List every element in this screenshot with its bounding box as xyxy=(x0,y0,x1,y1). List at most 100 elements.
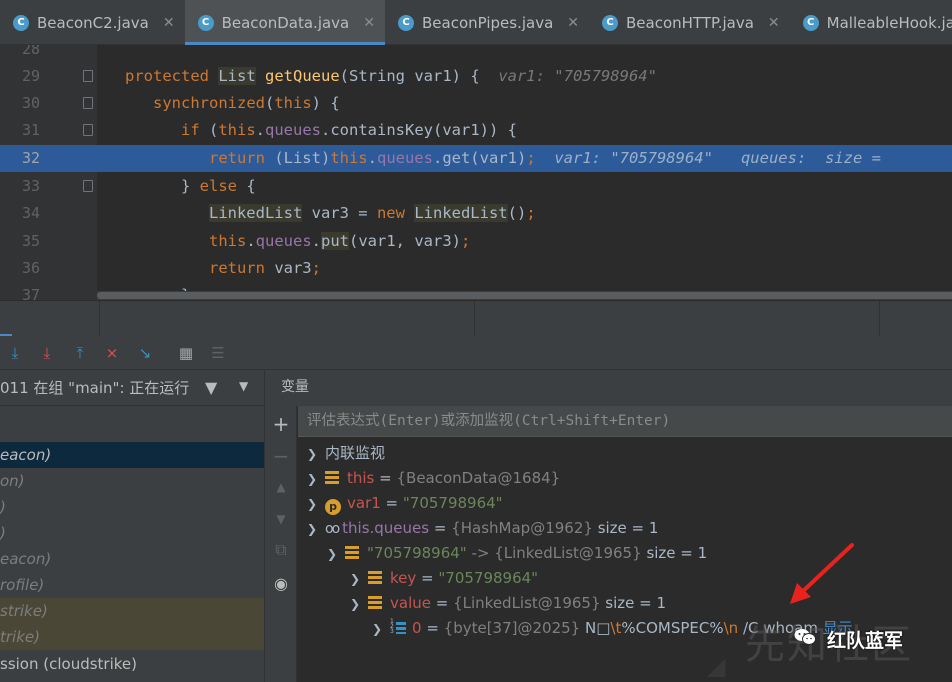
java-class-icon: C xyxy=(602,14,619,31)
chevron-right-icon[interactable]: ❯ xyxy=(372,617,390,642)
variable-this-queues[interactable]: ❯ oo this.queues = {HashMap@1962} size = 1 xyxy=(307,516,658,541)
fold-icon[interactable] xyxy=(83,180,93,192)
chevron-right-icon[interactable]: ❯ xyxy=(350,567,368,592)
variable-size: size = 1 xyxy=(605,594,667,612)
step-into-icon[interactable]: ⤓ xyxy=(37,343,57,363)
thread-selector[interactable]: 011 在组 "main": 正在运行 ▼ ▼ xyxy=(0,370,264,406)
close-icon[interactable]: ✕ xyxy=(768,15,780,31)
frame-item[interactable]: eacon) xyxy=(0,546,264,572)
variable-name: var1 xyxy=(347,494,381,512)
step-out-icon[interactable]: ⤒ xyxy=(70,343,90,363)
remove-watch-icon[interactable]: − xyxy=(265,444,297,468)
code-editor[interactable]: 28 29 30 31 32 33 34 35 36 37 protected … xyxy=(0,45,952,300)
copy-icon[interactable]: ⧉ xyxy=(265,540,297,560)
step-over-icon[interactable]: ⤓ xyxy=(5,343,25,363)
frame-item[interactable]: rofile) xyxy=(0,572,264,598)
evaluate-icon[interactable]: ▦ xyxy=(176,343,196,363)
frame-item[interactable]: on) xyxy=(0,468,264,494)
chevron-down-icon[interactable]: ❯ xyxy=(307,517,325,542)
code-line: synchronized(this) { xyxy=(153,94,340,112)
move-up-icon[interactable]: ▲ xyxy=(265,480,297,494)
evaluate-expression-bar[interactable] xyxy=(298,406,952,437)
variable-value-node[interactable]: ❯ value = {LinkedList@1965} size = 1 xyxy=(350,591,666,616)
tab-label: BeaconData.java xyxy=(221,13,350,32)
tab-beacondata[interactable]: C BeaconData.java ✕ xyxy=(184,0,386,45)
tab-beaconc2[interactable]: C BeaconC2.java ✕ xyxy=(0,0,185,45)
horizontal-scrollbar[interactable] xyxy=(97,291,952,300)
field-icon xyxy=(325,471,339,484)
code-line: } else { xyxy=(181,177,256,195)
debug-tab-segment[interactable] xyxy=(475,301,880,337)
inline-value-hint: var1: "705798964" xyxy=(554,149,713,167)
debug-tab-segment[interactable] xyxy=(100,301,475,337)
chevron-down-icon[interactable]: ❯ xyxy=(327,542,345,567)
editor-tab-bar: C BeaconC2.java ✕ C BeaconData.java ✕ C … xyxy=(0,0,952,45)
variable-var1[interactable]: ❯ p var1 = "705798964" xyxy=(307,491,503,516)
line-number: 36 xyxy=(21,259,40,277)
debug-tool-header xyxy=(0,300,952,337)
frame-item-text: ssion (cloudstrike) xyxy=(0,655,137,673)
chevron-right-icon[interactable]: ❯ xyxy=(307,467,325,492)
drop-frame-icon[interactable]: ⨯ xyxy=(102,343,122,363)
line-number-current: 32 xyxy=(21,149,40,167)
frame-item[interactable]: eacon) xyxy=(0,442,264,468)
run-to-cursor-icon[interactable]: ↘ xyxy=(135,343,155,363)
chevron-down-icon[interactable]: ▼ xyxy=(239,379,248,393)
view-options-icon[interactable]: ◉ xyxy=(265,574,297,593)
line-number: 35 xyxy=(21,232,40,250)
item-index: 0 xyxy=(412,619,422,637)
filter-icon[interactable]: ▼ xyxy=(205,378,217,397)
frame-item[interactable]: ) xyxy=(0,494,264,520)
close-icon[interactable]: ✕ xyxy=(363,15,375,31)
frame-item-library[interactable]: strike) xyxy=(0,598,264,624)
inline-watches-label: 内联监视 xyxy=(325,444,386,462)
line-number: 28 xyxy=(21,45,40,58)
watch-glasses-icon: oo xyxy=(325,521,340,537)
parameter-icon: p xyxy=(325,498,341,515)
code-line: LinkedList var3 = new LinkedList(); xyxy=(208,204,536,222)
map-entry[interactable]: ❯ "705798964" -> {LinkedList@1965} size =… xyxy=(327,541,707,566)
trace-icon[interactable]: ☰ xyxy=(208,343,228,363)
close-icon[interactable]: ✕ xyxy=(163,15,175,31)
line-number: 31 xyxy=(21,121,40,139)
scrollbar-thumb[interactable] xyxy=(97,292,952,299)
code-line: protected List getQueue(String var1) { v… xyxy=(125,67,657,85)
tab-beaconhttp[interactable]: C BeaconHTTP.java ✕ xyxy=(589,0,790,45)
variable-key[interactable]: ❯ key = "705798964" xyxy=(350,566,538,591)
variable-value: "705798964" xyxy=(402,494,503,512)
variable-this[interactable]: ❯ this = {BeaconData@1684} xyxy=(307,466,560,491)
frame-item[interactable]: ssion (cloudstrike) xyxy=(0,651,264,677)
variable-size: size = 1 xyxy=(597,519,659,537)
close-icon[interactable]: ✕ xyxy=(567,15,579,31)
frame-item-library[interactable]: trike) xyxy=(0,624,264,650)
java-class-icon: C xyxy=(197,14,214,31)
move-down-icon[interactable]: ▼ xyxy=(265,512,297,526)
chevron-down-icon[interactable]: ❯ xyxy=(350,592,368,617)
variable-name: this xyxy=(347,469,375,487)
tab-beaconpipes[interactable]: C BeaconPipes.java ✕ xyxy=(385,0,589,45)
field-icon xyxy=(368,596,382,609)
line-number: 29 xyxy=(21,67,40,85)
code-line: if (this.queues.containsKey(var1)) { xyxy=(181,121,517,139)
debug-tab-segment[interactable] xyxy=(0,301,100,337)
entry-key: "705798964" xyxy=(367,544,467,562)
item-text: N xyxy=(585,619,597,637)
fold-icon[interactable] xyxy=(83,97,93,109)
frames-panel: 011 在组 "main": 正在运行 ▼ ▼ eacon) on) ) ) e… xyxy=(0,370,265,682)
line-number: 37 xyxy=(21,286,40,300)
item-escape: \t xyxy=(610,619,622,637)
frame-item[interactable]: ) xyxy=(0,520,264,546)
tab-label: BeaconHTTP.java xyxy=(626,13,754,32)
line-number: 34 xyxy=(21,204,40,222)
code-line: return var3; xyxy=(208,259,321,277)
variable-value: {HashMap@1962} xyxy=(451,519,593,537)
array-icon: 123 xyxy=(390,619,408,635)
inline-watches-node[interactable]: ❯ 内联监视 xyxy=(307,441,385,466)
add-watch-icon[interactable]: + xyxy=(265,412,297,436)
fold-icon[interactable] xyxy=(83,70,93,82)
chevron-right-icon[interactable]: ❯ xyxy=(307,492,325,517)
evaluate-expression-input[interactable] xyxy=(307,409,947,433)
chevron-right-icon[interactable]: ❯ xyxy=(307,442,325,467)
fold-icon[interactable] xyxy=(83,124,93,136)
tab-malleablehook[interactable]: C MalleableHook.java ✕ xyxy=(790,0,952,45)
